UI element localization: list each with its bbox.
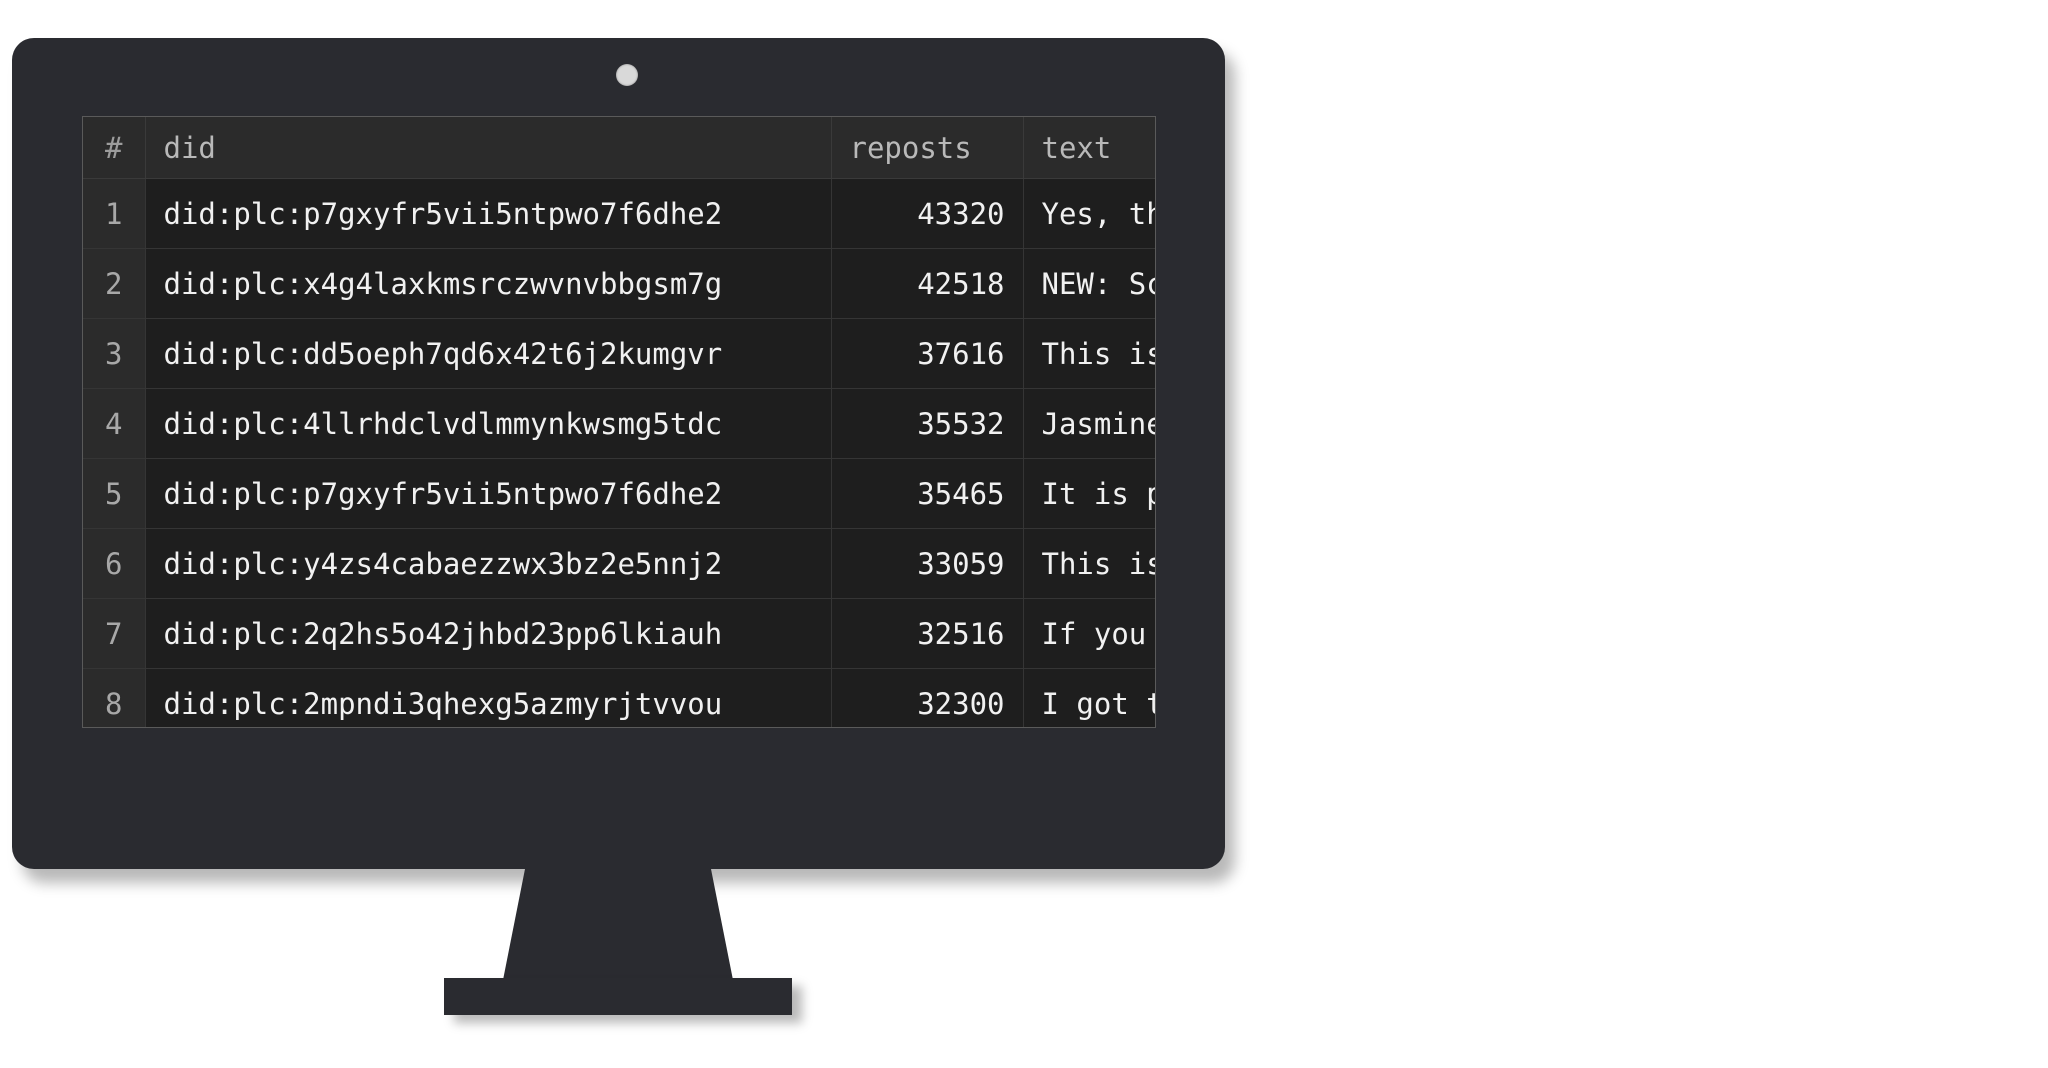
row-index-cell[interactable]: 7 [83,598,146,669]
table-body: 1 did:plc:p7gxyfr5vii5ntpwo7f6dhe2 43320 Ye… [83,178,1155,727]
stage: # did reposts text 1 did:plc:p7gxyfr5vii5… [0,0,2048,1068]
text-cell[interactable]: If you [1023,598,1155,669]
did-cell[interactable]: did:plc:p7gxyfr5vii5ntpwo7f6dhe2 [145,458,832,529]
monitor-stand-base [444,978,792,1015]
reposts-cell[interactable]: 35465 [831,458,1024,529]
monitor-screen[interactable]: # did reposts text 1 did:plc:p7gxyfr5vii5… [82,116,1156,728]
row-index-cell[interactable]: 1 [83,178,146,249]
reposts-cell[interactable]: 43320 [831,178,1024,249]
text-cell[interactable]: Yes, th [1023,178,1155,249]
data-table: # did reposts text 1 did:plc:p7gxyfr5vii5… [83,117,1155,727]
row-index-cell[interactable]: 6 [83,528,146,599]
row-index-cell[interactable]: 4 [83,388,146,459]
reposts-cell[interactable]: 37616 [831,318,1024,389]
did-cell[interactable]: did:plc:4llrhdclvdlmmynkwsmg5tdc [145,388,832,459]
table-row[interactable]: 1 did:plc:p7gxyfr5vii5ntpwo7f6dhe2 43320 Ye… [83,178,1155,249]
text-cell[interactable]: I got t [1023,668,1155,727]
row-index-cell[interactable]: 5 [83,458,146,529]
text-cell[interactable]: This is [1023,318,1155,389]
table-row[interactable]: 3 did:plc:dd5oeph7qd6x42t6j2kumgvr 37616 Th… [83,318,1155,389]
did-cell[interactable]: did:plc:dd5oeph7qd6x42t6j2kumgvr [145,318,832,389]
table-row[interactable]: 6 did:plc:y4zs4cabaezzwx3bz2e5nnj2 33059 Th… [83,528,1155,599]
did-cell[interactable]: did:plc:2mpndi3qhexg5azmyrjtvvou [145,668,832,727]
did-cell[interactable]: did:plc:p7gxyfr5vii5ntpwo7f6dhe2 [145,178,832,249]
text-cell[interactable]: NEW: Sc [1023,248,1155,319]
reposts-cell[interactable]: 35532 [831,388,1024,459]
column-header-did[interactable]: did [145,117,832,179]
column-header-text[interactable]: text [1023,117,1155,179]
table-row[interactable]: 2 did:plc:x4g4laxkmsrczwvnvbbgsm7g 42518 NE… [83,248,1155,319]
did-cell[interactable]: did:plc:x4g4laxkmsrczwvnvbbgsm7g [145,248,832,319]
table-row[interactable]: 7 did:plc:2q2hs5o42jhbd23pp6lkiauh 32516 If… [83,598,1155,669]
table-row[interactable]: 5 did:plc:p7gxyfr5vii5ntpwo7f6dhe2 35465 It… [83,458,1155,529]
did-cell[interactable]: did:plc:y4zs4cabaezzwx3bz2e5nnj2 [145,528,832,599]
text-cell[interactable]: Jasmine [1023,388,1155,459]
text-cell[interactable]: This is [1023,528,1155,599]
table-row[interactable]: 8 did:plc:2mpndi3qhexg5azmyrjtvvou 32300 I … [83,668,1155,727]
table-header-row: # did reposts text [83,117,1155,179]
table-row[interactable]: 4 did:plc:4llrhdclvdlmmynkwsmg5tdc 35532 Ja… [83,388,1155,459]
reposts-cell[interactable]: 32516 [831,598,1024,669]
row-index-cell[interactable]: 2 [83,248,146,319]
monitor-stand-neck [503,869,733,980]
row-index-cell[interactable]: 8 [83,668,146,727]
text-cell[interactable]: It is p [1023,458,1155,529]
reposts-cell[interactable]: 33059 [831,528,1024,599]
column-header-index[interactable]: # [83,117,146,179]
webcam-icon [616,64,638,86]
reposts-cell[interactable]: 32300 [831,668,1024,727]
column-header-reposts[interactable]: reposts [831,117,1024,179]
row-index-cell[interactable]: 3 [83,318,146,389]
did-cell[interactable]: did:plc:2q2hs5o42jhbd23pp6lkiauh [145,598,832,669]
reposts-cell[interactable]: 42518 [831,248,1024,319]
